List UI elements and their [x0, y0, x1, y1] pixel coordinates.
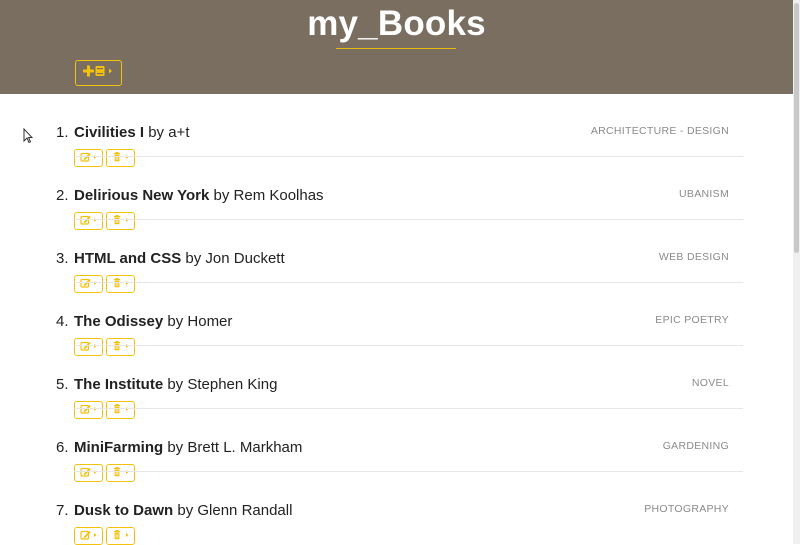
book-author: Rem Koolhas [233, 187, 324, 204]
book-title-line: HTML and CSS by Jon Duckett [74, 250, 285, 267]
book-genre: WEB DESIGN [658, 251, 729, 263]
list-item-number: 1. [56, 124, 69, 141]
list-item-number: 7. [56, 502, 69, 519]
book-title-line: Delirious New York by Rem Koolhas [74, 187, 324, 204]
add-book-icon [82, 64, 116, 83]
book-author: Brett L. Markham [187, 439, 303, 456]
list-item-number: 4. [56, 313, 69, 330]
app-header: my_Books [0, 0, 793, 94]
book-genre: GARDENING [662, 440, 729, 452]
list-item: 2. Delirious New York by Rem Koolhas UBANI… [56, 157, 743, 230]
book-title-line: The Odissey by Homer [74, 313, 232, 330]
list-item: 6. MiniFarming by Brett L. Markham GARDENI… [56, 409, 743, 482]
book-by-label: by [144, 124, 169, 141]
book-title: MiniFarming [74, 439, 164, 456]
book-by-label: by [173, 502, 198, 519]
book-title-line: Dusk to Dawn by Glenn Randall [74, 502, 292, 519]
book-genre: PHOTOGRAPHY [644, 503, 729, 515]
book-title: Delirious New York [74, 187, 210, 204]
book-author: a+t [168, 124, 190, 141]
book-genre: EPIC POETRY [655, 314, 729, 326]
edit-icon [79, 527, 98, 545]
list-item: 3. HTML and CSS by Jon Duckett WEB DESIGN [56, 220, 743, 293]
book-title: The Institute [74, 376, 164, 393]
book-by-label: by [163, 313, 188, 330]
list-item: 4. The Odissey by Homer EPIC POETRY [56, 283, 743, 356]
mouse-cursor-icon [23, 127, 34, 149]
book-title-line: Civilities I by a+t [74, 124, 190, 141]
book-title: The Odissey [74, 313, 164, 330]
book-title-line: The Institute by Stephen King [74, 376, 277, 393]
book-title: Civilities I [74, 124, 145, 141]
add-book-button[interactable] [75, 60, 122, 86]
list-item-number: 6. [56, 439, 69, 456]
list-item-number: 2. [56, 187, 69, 204]
book-genre: NOVEL [691, 377, 729, 389]
delete-book-button[interactable] [106, 527, 135, 545]
book-title: HTML and CSS [74, 250, 182, 267]
book-author: Jon Duckett [205, 250, 285, 267]
item-actions [74, 527, 135, 545]
trash-icon [112, 527, 130, 545]
book-by-label: by [209, 187, 234, 204]
list-item: 5. The Institute by Stephen King NOVEL [56, 346, 743, 419]
book-author: Glenn Randall [197, 502, 293, 519]
list-item-number: 5. [56, 376, 69, 393]
book-author: Homer [187, 313, 233, 330]
list-item-number: 3. [56, 250, 69, 267]
scrollbar[interactable] [793, 0, 800, 544]
title-underline [336, 48, 456, 49]
list-item: 1. Civilities I by a+t ARCHITECTURE - DESI… [56, 94, 743, 167]
page-title: my_Books [307, 4, 486, 43]
book-title-line: MiniFarming by Brett L. Markham [74, 439, 302, 456]
book-title: Dusk to Dawn [74, 502, 174, 519]
list-item: 7. Dusk to Dawn by Glenn Randall PHOTOGRAP… [56, 472, 743, 545]
scrollbar-thumb[interactable] [794, 3, 799, 253]
book-genre: ARCHITECTURE - DESIGN [590, 125, 729, 137]
edit-book-button[interactable] [74, 527, 103, 545]
book-by-label: by [163, 439, 188, 456]
book-by-label: by [181, 250, 206, 267]
book-author: Stephen King [187, 376, 278, 393]
book-genre: UBANISM [679, 188, 729, 200]
book-by-label: by [163, 376, 188, 393]
